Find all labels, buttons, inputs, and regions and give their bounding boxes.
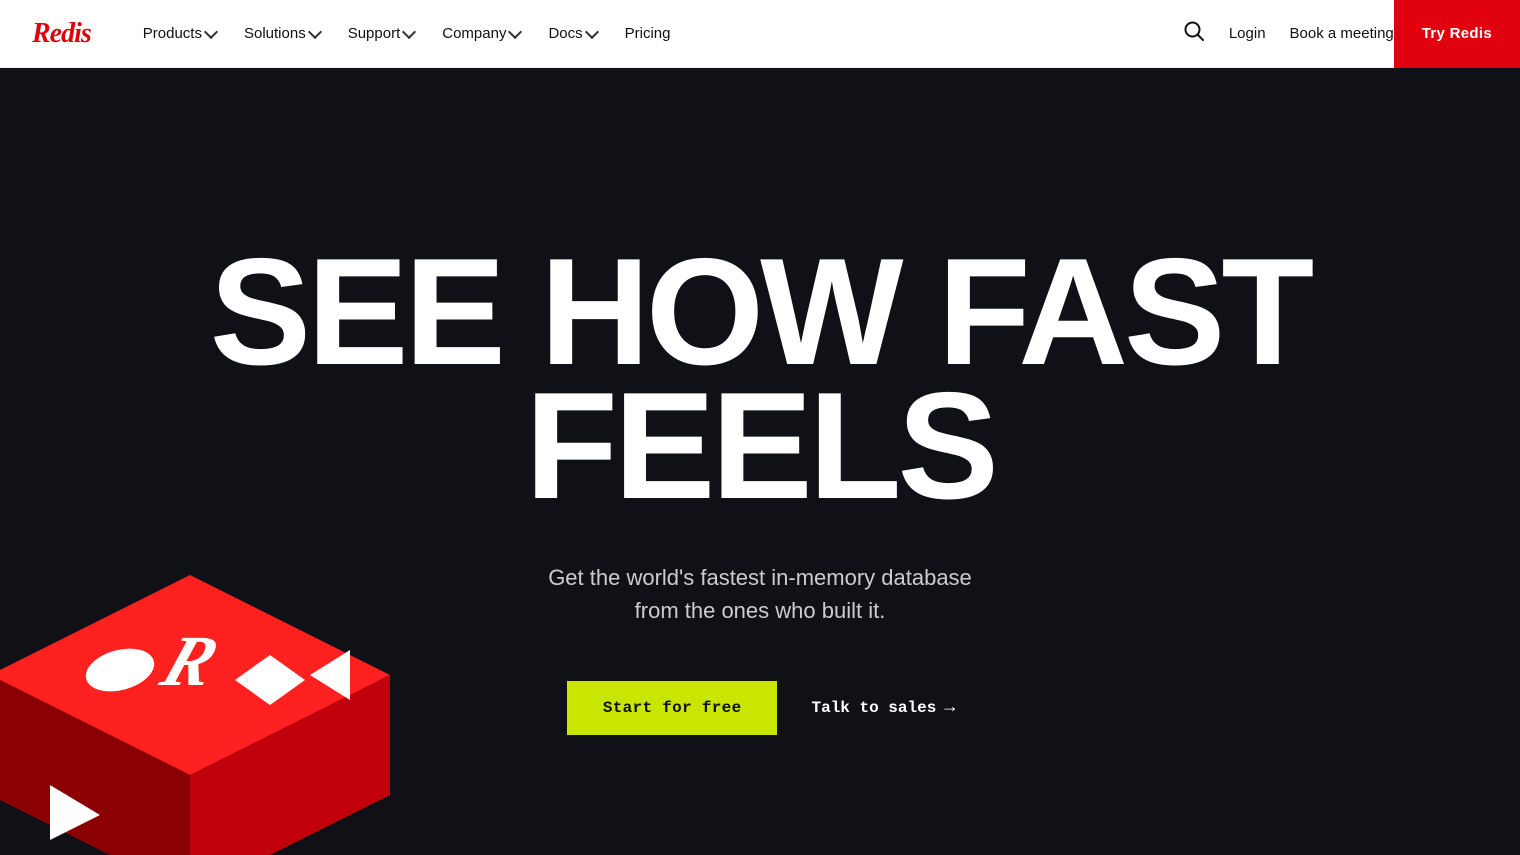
nav-item-docs[interactable]: Docs [536, 17, 608, 50]
nav-item-solutions[interactable]: Solutions [232, 17, 332, 50]
login-link[interactable]: Login [1229, 25, 1266, 42]
try-redis-button[interactable]: Try Redis [1394, 0, 1520, 68]
hero-subtitle: Get the world's fastest in-memory databa… [548, 561, 972, 627]
start-free-button[interactable]: Start for free [565, 679, 780, 737]
chevron-down-icon [585, 25, 599, 39]
hero-section: SEE HOW FAST FEELS Get the world's faste… [0, 0, 1520, 855]
arrow-icon: → [944, 698, 955, 718]
nav-right: Login Book a meeting [1183, 20, 1394, 47]
nav-item-pricing[interactable]: Pricing [613, 17, 683, 50]
navigation: Redis Products Solutions Support Company… [0, 0, 1520, 68]
book-meeting-link[interactable]: Book a meeting [1290, 25, 1394, 42]
hero-actions: Start for free Talk to sales → [565, 679, 955, 737]
chevron-down-icon [508, 25, 522, 39]
talk-to-sales-link[interactable]: Talk to sales → [811, 698, 955, 718]
hero-title: SEE HOW FAST FEELS [160, 246, 1360, 514]
logo-text: Redis [32, 18, 91, 49]
isometric-logo: R [0, 555, 410, 855]
chevron-down-icon [402, 25, 416, 39]
nav-item-products[interactable]: Products [131, 17, 228, 50]
chevron-down-icon [308, 25, 322, 39]
chevron-down-icon [204, 25, 218, 39]
nav-item-support[interactable]: Support [336, 17, 427, 50]
nav-item-company[interactable]: Company [430, 17, 532, 50]
search-icon[interactable] [1183, 20, 1205, 47]
nav-links: Products Solutions Support Company Docs … [131, 17, 1183, 50]
logo[interactable]: Redis [32, 18, 91, 50]
